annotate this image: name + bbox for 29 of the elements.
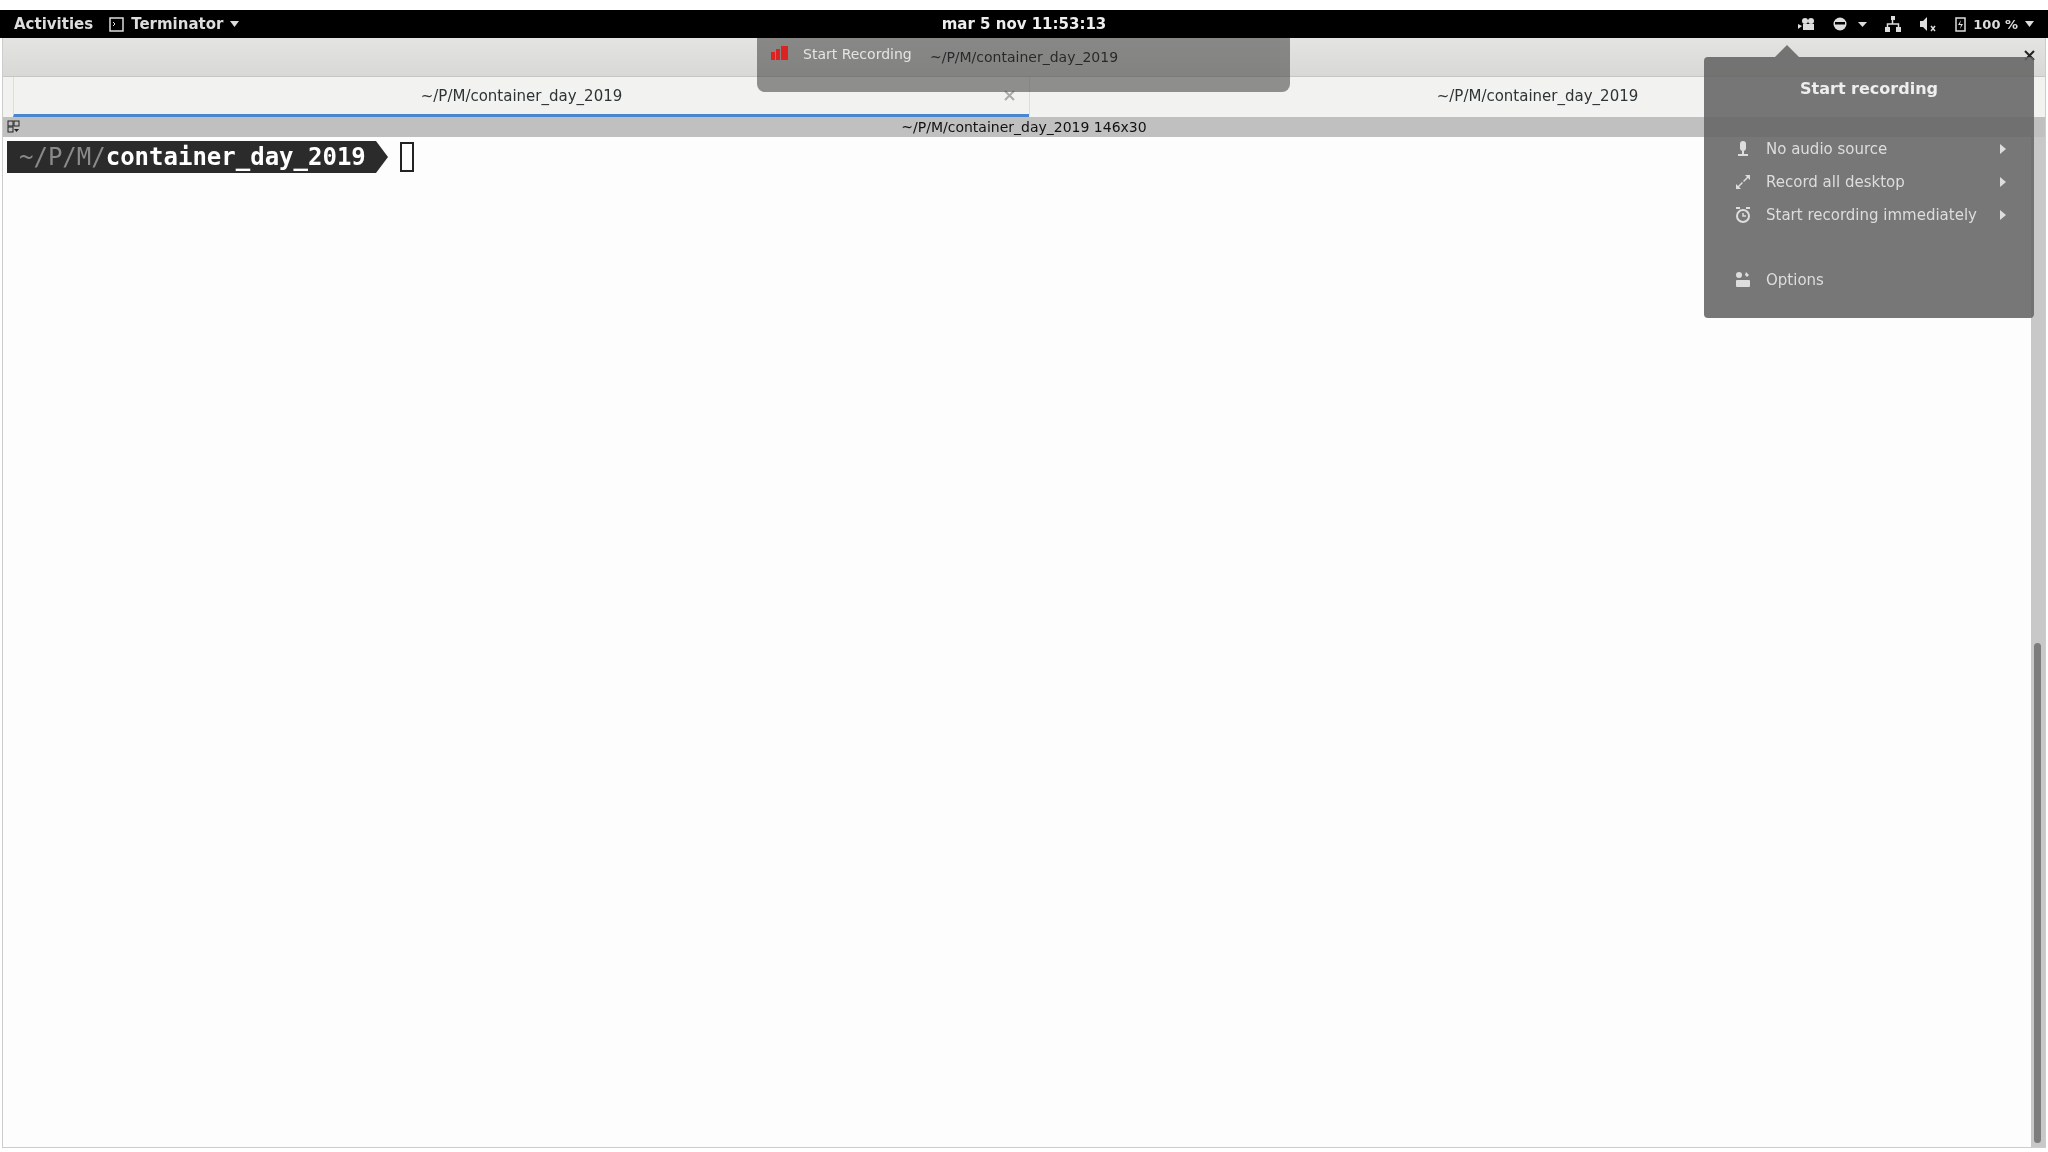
recorder-icon — [771, 46, 789, 60]
submenu-arrow-icon — [2000, 209, 2006, 220]
terminal-title: ~/P/M/container_day_2019 146x30 — [901, 119, 1147, 135]
scrollbar[interactable] — [2031, 137, 2045, 1147]
window-title: ~/P/M/container_day_2019 — [929, 49, 1119, 65]
tools-icon — [1734, 270, 1752, 289]
network-icon[interactable] — [1885, 16, 1902, 32]
menu-title: Start recording — [1799, 79, 1939, 98]
submenu-arrow-icon — [2000, 143, 2006, 154]
volume-muted-icon[interactable] — [1919, 16, 1938, 32]
camera-icon[interactable] — [1797, 17, 1816, 31]
battery-status[interactable]: 100 % — [1955, 16, 2034, 32]
battery-icon — [1955, 16, 1967, 32]
prompt-arrow-icon — [375, 141, 388, 173]
activities-button[interactable]: Activities — [14, 15, 94, 33]
tab-close-button[interactable] — [1002, 88, 1017, 103]
submenu-arrow-icon — [2000, 176, 2006, 187]
caret-icon — [2025, 21, 2034, 27]
caret-icon — [230, 21, 240, 27]
notification-text: Start Recording — [803, 46, 912, 62]
app-menu[interactable]: Terminator — [109, 15, 240, 33]
close-icon — [1004, 90, 1015, 101]
alarm-clock-icon — [1734, 205, 1752, 224]
clock[interactable]: mar 5 nov 11:53:13 — [941, 15, 1107, 33]
cursor — [399, 142, 414, 172]
terminal-icon — [109, 16, 125, 32]
scrollbar-thumb[interactable] — [2034, 643, 2041, 1143]
grid-icon[interactable] — [7, 120, 21, 134]
expand-icon — [1734, 172, 1752, 191]
